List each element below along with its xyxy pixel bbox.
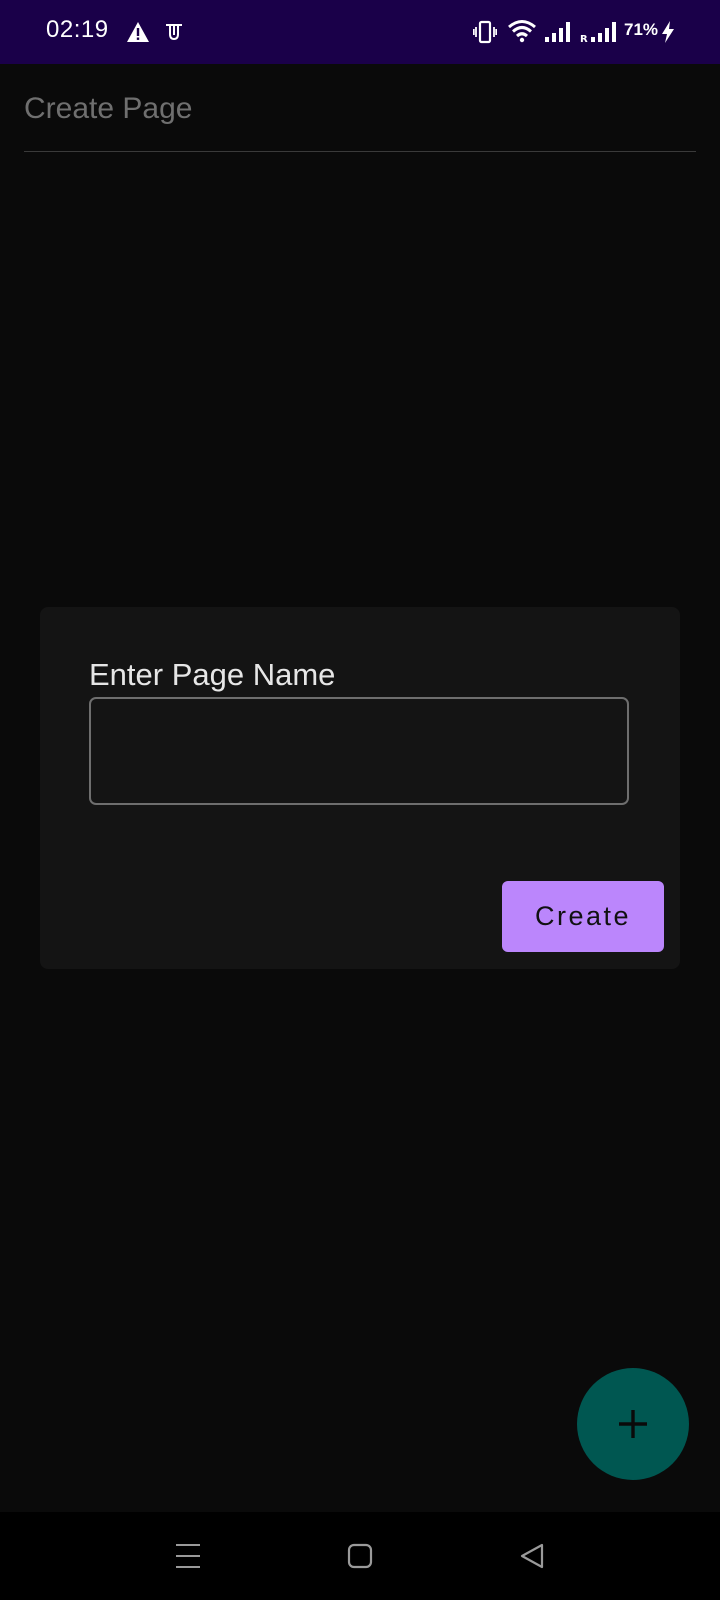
signal-icon xyxy=(545,22,570,42)
header-divider xyxy=(24,151,696,152)
back-icon xyxy=(520,1543,544,1569)
nav-home-button[interactable] xyxy=(315,1512,405,1600)
page-name-label: Enter Page Name xyxy=(89,657,336,692)
create-page-dialog: Enter Page Name Create xyxy=(40,607,680,969)
add-fab-button[interactable] xyxy=(577,1368,689,1480)
app-notification-icon xyxy=(166,24,182,41)
roaming-signal-icon: R xyxy=(580,22,616,42)
vibrate-icon xyxy=(473,20,497,44)
navigation-bar xyxy=(0,1512,720,1600)
status-time: 02:19 xyxy=(46,16,109,43)
battery-percent: 71% xyxy=(624,20,659,39)
nav-back-button[interactable] xyxy=(487,1512,577,1600)
create-button[interactable]: Create xyxy=(502,881,664,952)
svg-text:R: R xyxy=(580,34,588,42)
charging-icon xyxy=(662,21,674,43)
wifi-icon xyxy=(508,20,536,43)
page-title: Create Page xyxy=(24,92,193,125)
page-name-input[interactable] xyxy=(89,697,629,805)
menu-icon xyxy=(176,1544,200,1568)
status-bar: 02:19 R 71% xyxy=(0,0,720,64)
home-icon xyxy=(347,1543,373,1569)
nav-menu-button[interactable] xyxy=(143,1512,233,1600)
warning-icon xyxy=(127,22,149,42)
plus-icon xyxy=(619,1410,647,1438)
